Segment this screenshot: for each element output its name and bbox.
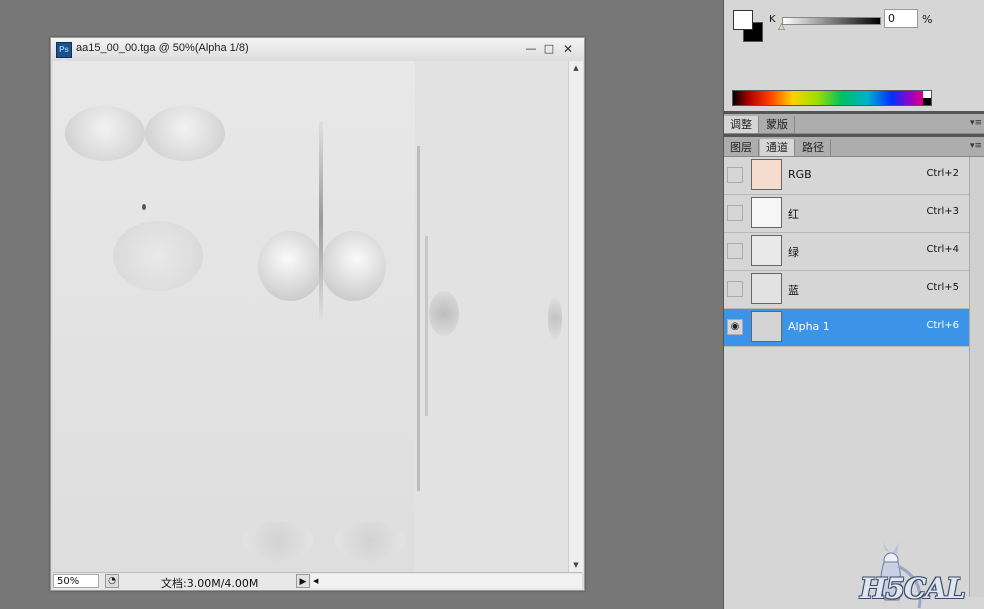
channel-shortcut: Ctrl+5 [926,282,959,293]
visibility-toggle[interactable] [727,205,743,221]
tab-masks[interactable]: 蒙版 [760,116,795,133]
layer-tab-row: 图层 通道 路径 ▾≡ [724,137,984,157]
texture-chest-right [145,106,225,161]
document-size-info: 文档:3.00M/4.00M [161,577,259,590]
maximize-icon[interactable]: □ [541,41,557,57]
adjust-tab-row: 调整 蒙版 ▾≡ [724,114,984,134]
texture-strip-line [417,146,420,491]
panel-menu-icon[interactable]: ▾≡ [970,118,982,128]
channel-row[interactable]: 红 Ctrl+3 [724,195,969,233]
document-window[interactable]: Ps aa15_00_00.tga @ 50%(Alpha 1/8) — □ ✕… [50,37,585,591]
zoom-menu-icon[interactable]: ◔ [105,574,119,588]
texture-hip-left [258,231,323,301]
zoom-input[interactable]: 50% [53,574,99,588]
texture-foot-left [243,521,313,561]
channel-list: RGB Ctrl+2 红 Ctrl+3 绿 Ctrl+4 蓝 Ctrl+5 ◉ … [724,157,969,347]
channel-thumbnail [751,159,782,190]
channel-shortcut: Ctrl+4 [926,244,959,255]
spectrum-black-swatch[interactable] [923,98,931,105]
k-slider-track[interactable] [782,17,881,25]
channels-menu-icon[interactable]: ▾≡ [970,141,982,151]
color-spectrum-bar[interactable] [732,90,932,106]
tab-adjustments[interactable]: 调整 [724,116,759,133]
channel-name: 绿 [788,246,799,259]
tab-paths[interactable]: 路径 [796,139,831,156]
texture-belly [113,221,203,291]
channel-name: Alpha 1 [788,320,830,333]
texture-hand [429,291,459,336]
channel-name: 蓝 [788,284,799,297]
channel-row[interactable]: ◉ Alpha 1 Ctrl+6 [724,309,969,347]
foreground-color-swatch[interactable] [733,10,753,30]
channel-thumbnail [751,311,782,342]
scroll-left-icon[interactable]: ◀ [313,574,318,588]
spectrum-white-swatch[interactable] [923,91,931,98]
texture-hand-2 [548,296,562,341]
status-bar: 50% ◔ 文档:3.00M/4.00M ▶ ◀ [53,572,582,590]
status-menu-arrow-icon[interactable]: ▶ [296,574,310,588]
texture-chest-left [65,106,145,161]
channel-list-scrollbar[interactable] [969,157,984,597]
texture-hip-right [321,231,386,301]
channel-shortcut: Ctrl+2 [926,168,959,179]
visibility-toggle[interactable]: ◉ [727,319,743,335]
texture-navel [142,204,146,210]
vertical-scrollbar[interactable]: ▲ ▼ [568,61,583,572]
document-titlebar[interactable]: Ps aa15_00_00.tga @ 50%(Alpha 1/8) — □ ✕ [51,38,584,60]
minimize-icon[interactable]: — [523,41,539,57]
visibility-toggle[interactable] [727,281,743,297]
channel-name: RGB [788,168,812,181]
texture-spine [319,121,323,321]
close-icon[interactable]: ✕ [560,41,576,57]
channel-thumbnail [751,273,782,304]
watermark-text: H5CAL [860,572,966,605]
k-value-input[interactable]: 0 [884,9,918,28]
horizontal-scrollbar[interactable]: ◀ [311,574,582,588]
channel-row[interactable]: RGB Ctrl+2 [724,157,969,195]
channel-thumbnail [751,197,782,228]
visibility-toggle[interactable] [727,243,743,259]
channel-row[interactable]: 绿 Ctrl+4 [724,233,969,271]
visibility-toggle[interactable] [727,167,743,183]
channel-thumbnail [751,235,782,266]
channel-row[interactable]: 蓝 Ctrl+5 [724,271,969,309]
k-slider-thumb-icon[interactable]: △ [778,22,785,32]
photoshop-icon: Ps [56,42,72,58]
document-title: aa15_00_00.tga @ 50%(Alpha 1/8) [76,42,249,54]
tab-layers[interactable]: 图层 [724,139,759,156]
color-channel-label: K [769,14,776,25]
right-panel: K △ 0 % 调整 蒙版 ▾≡ 图层 通道 路径 ▾≡ RGB Ctrl+2 … [723,0,984,609]
k-unit-label: % [922,13,933,26]
tab-channels[interactable]: 通道 [760,139,795,156]
texture-foot-right [335,521,405,561]
scroll-down-icon[interactable]: ▼ [569,558,583,572]
channel-shortcut: Ctrl+6 [926,320,959,331]
scroll-up-icon[interactable]: ▲ [569,61,583,75]
texture-strip-line-2 [425,236,428,416]
image-canvas[interactable] [53,61,568,572]
channel-shortcut: Ctrl+3 [926,206,959,217]
channel-name: 红 [788,208,799,221]
